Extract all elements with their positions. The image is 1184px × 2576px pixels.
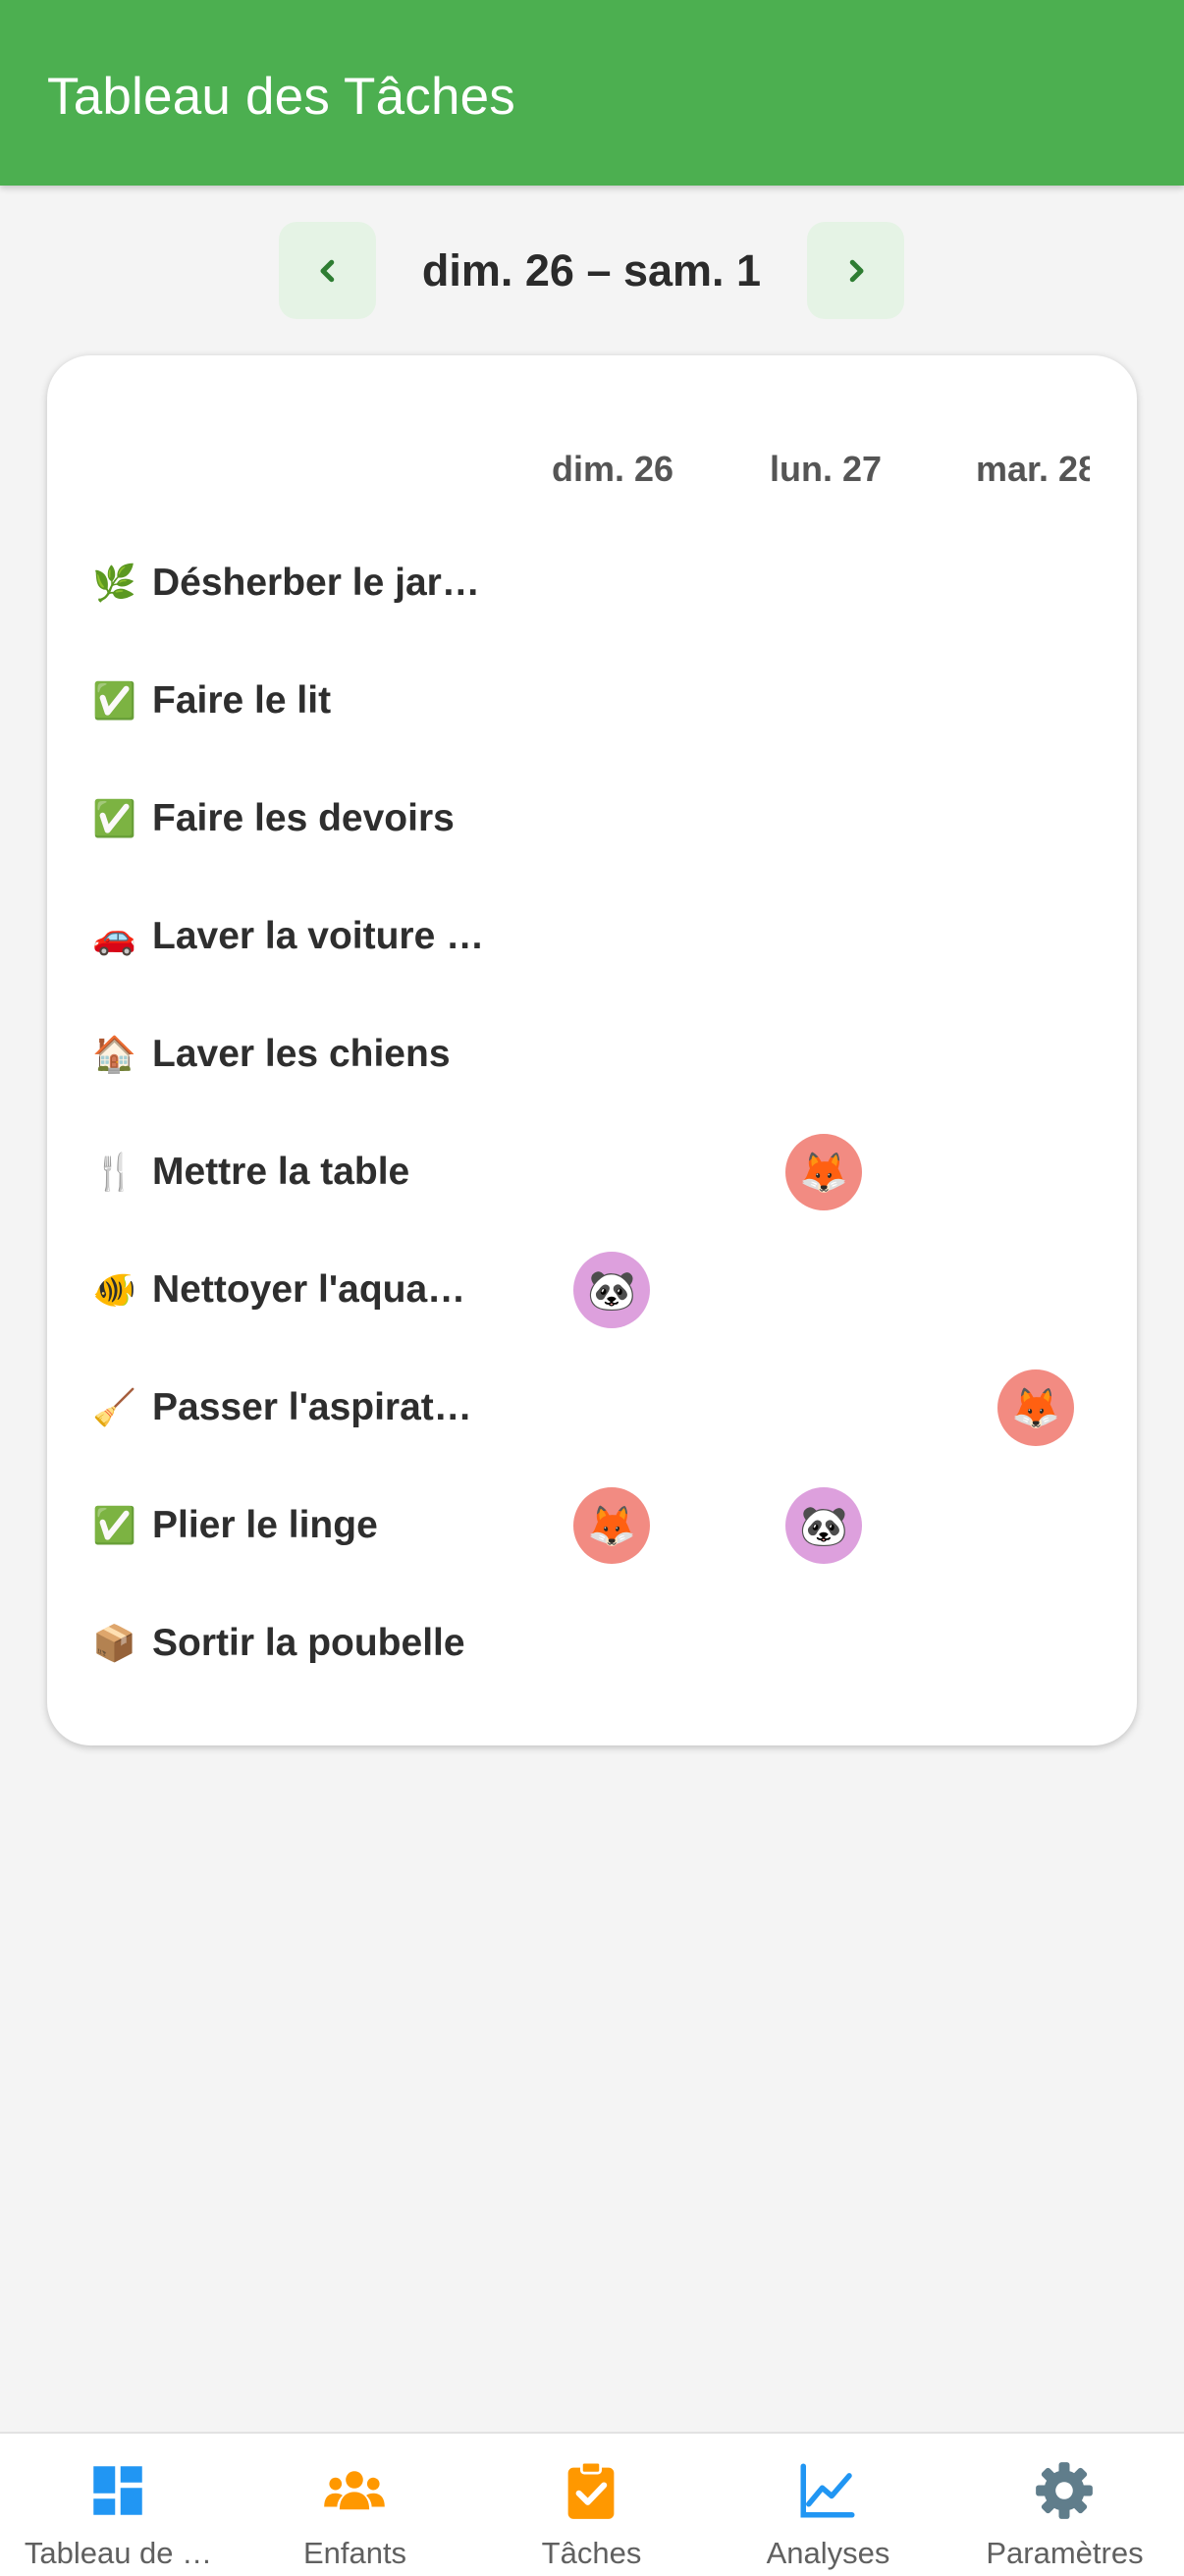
day-header: mar. 28	[976, 449, 1090, 489]
task-name: Mettre la table	[152, 1151, 410, 1193]
nav-item-analytics[interactable]: Analyses	[710, 2434, 946, 2576]
task-emoji-icon: 🧹	[92, 1387, 136, 1427]
task-emoji-icon: 🐠	[92, 1269, 136, 1310]
week-navigation: dim. 26 – sam. 1	[0, 222, 1184, 322]
task-row[interactable]: 🌿 Désherber le jar…	[47, 524, 1090, 642]
nav-label: Tâches	[541, 2536, 642, 2570]
task-name: Passer l'aspirat…	[152, 1386, 472, 1428]
dashboard-icon	[93, 2466, 142, 2515]
task-row[interactable]: 📦 Sortir la poubelle	[47, 1584, 1090, 1702]
day-header: lun. 27	[770, 449, 883, 489]
nav-label: Enfants	[302, 2536, 407, 2570]
gear-icon	[1036, 2462, 1093, 2519]
task-name: Plier le linge	[152, 1504, 378, 1546]
chevron-right-icon	[849, 259, 863, 282]
fox-avatar[interactable]: 🦊	[573, 1487, 650, 1564]
nav-label: Tableau de …	[24, 2536, 213, 2570]
clipboard-check-icon	[567, 2460, 615, 2519]
people-icon	[324, 2471, 385, 2510]
chart-line-icon	[800, 2463, 855, 2518]
day-header: dim. 26	[552, 449, 674, 489]
schedule-grid[interactable]: dim. 26 lun. 27 mar. 28 🌿 Désherber le ja…	[47, 355, 1090, 1745]
task-name: Nettoyer l'aqua…	[152, 1268, 466, 1311]
task-row[interactable]: 🏠 Laver les chiens	[47, 995, 1090, 1113]
task-emoji-icon: 🍴	[92, 1152, 136, 1192]
task-name: Laver les chiens	[152, 1033, 451, 1075]
panda-avatar[interactable]: 🐼	[573, 1252, 650, 1328]
previous-week-button[interactable]	[279, 222, 376, 319]
nav-item-settings[interactable]: Paramètres	[946, 2434, 1183, 2576]
task-row[interactable]: ✅ Faire les devoirs	[47, 760, 1090, 878]
nav-label: Paramètres	[986, 2536, 1144, 2570]
task-row[interactable]: 🐠 Nettoyer l'aqua… 🐼	[47, 1231, 1090, 1349]
task-name: Désherber le jar…	[152, 562, 480, 604]
fox-avatar[interactable]: 🦊	[997, 1369, 1074, 1446]
task-row[interactable]: ✅ Faire le lit	[47, 642, 1090, 760]
app-bar: Tableau des Tâches	[0, 0, 1184, 186]
nav-item-dashboard[interactable]: Tableau de …	[0, 2434, 237, 2576]
next-week-button[interactable]	[807, 222, 904, 319]
task-name: Sortir la poubelle	[152, 1622, 465, 1664]
task-emoji-icon: ✅	[92, 680, 136, 721]
nav-item-tasks[interactable]: Tâches	[473, 2434, 710, 2576]
chevron-left-icon	[320, 259, 334, 282]
task-emoji-icon: 📦	[92, 1623, 136, 1663]
task-emoji-icon: ✅	[92, 1505, 136, 1545]
task-emoji-icon: 🏠	[92, 1034, 136, 1074]
bottom-navigation: Tableau de … Enfants Tâches Analyses Par…	[0, 2432, 1184, 2576]
task-emoji-icon: 🌿	[92, 563, 136, 603]
panda-avatar[interactable]: 🐼	[785, 1487, 862, 1564]
task-emoji-icon: 🚗	[92, 916, 136, 956]
task-row[interactable]: 🍴 Mettre la table 🦊	[47, 1113, 1090, 1231]
task-emoji-icon: ✅	[92, 798, 136, 838]
page-title: Tableau des Tâches	[47, 68, 516, 126]
task-row[interactable]: ✅ Plier le linge 🦊 🐼	[47, 1467, 1090, 1584]
nav-item-children[interactable]: Enfants	[237, 2434, 473, 2576]
nav-label: Analyses	[766, 2536, 890, 2570]
task-row[interactable]: 🚗 Laver la voiture …	[47, 878, 1090, 995]
week-range-label: dim. 26 – sam. 1	[421, 245, 762, 295]
schedule-card: dim. 26 lun. 27 mar. 28 🌿 Désherber le ja…	[47, 355, 1137, 1745]
task-name: Faire le lit	[152, 679, 332, 722]
fox-avatar[interactable]: 🦊	[785, 1134, 862, 1210]
task-name: Faire les devoirs	[152, 797, 455, 839]
task-row[interactable]: 🧹 Passer l'aspirat… 🦊	[47, 1349, 1090, 1467]
task-name: Laver la voiture …	[152, 915, 485, 957]
